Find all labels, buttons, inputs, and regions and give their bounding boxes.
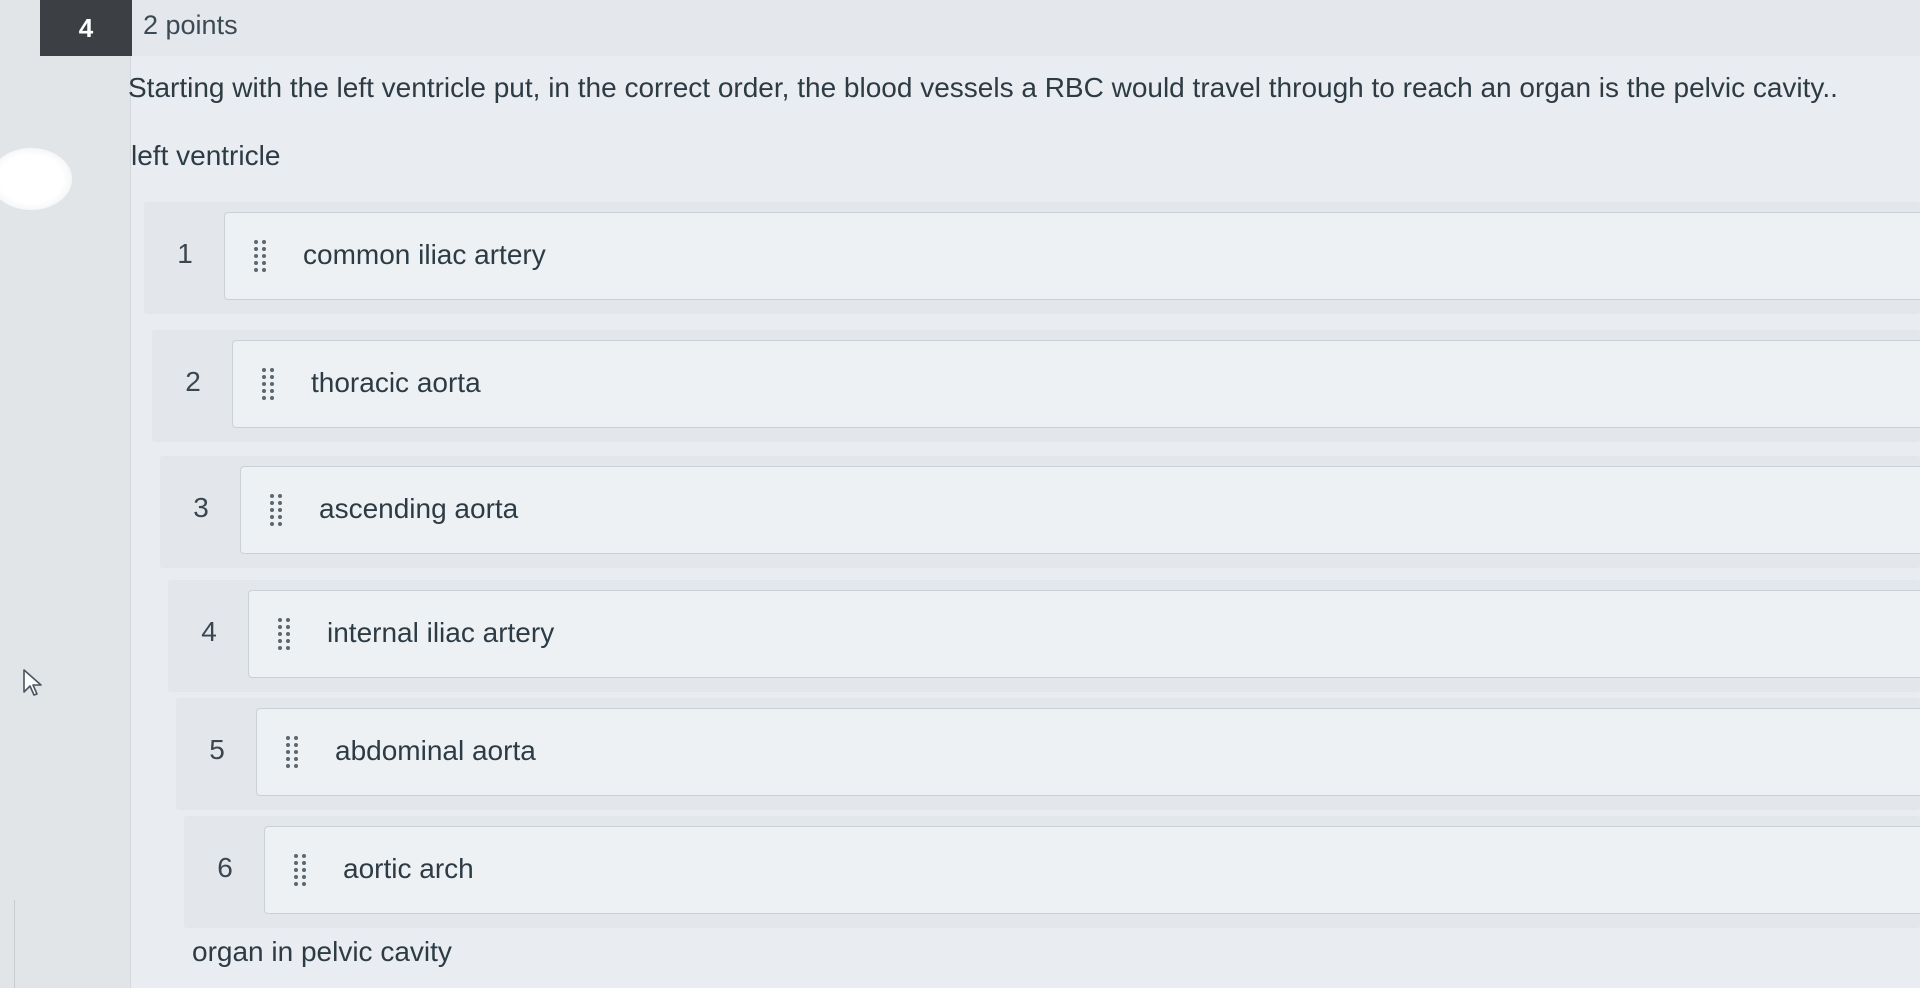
rank-number: 1 <box>177 238 193 269</box>
ordering-row[interactable]: 5 abdominal aorta <box>176 698 1920 810</box>
ordering-item-label: abdominal aorta <box>335 735 536 766</box>
ordering-item[interactable]: common iliac artery <box>224 212 1920 300</box>
ordering-item-label: common iliac artery <box>303 239 546 270</box>
question-number-badge: 4 <box>40 0 132 56</box>
ordering-item[interactable]: abdominal aorta <box>256 708 1920 796</box>
rail-divider <box>14 900 15 988</box>
ordering-item[interactable]: ascending aorta <box>240 466 1920 554</box>
question-text: Starting with the left ventricle put, in… <box>128 72 1838 103</box>
ordering-row[interactable]: 6 aortic arch <box>184 816 1920 928</box>
drag-handle-icon[interactable] <box>253 239 267 275</box>
ordering-row[interactable]: 1 common iliac artery <box>144 202 1920 314</box>
ordering-item[interactable]: thoracic aorta <box>232 340 1920 428</box>
question-points: 2 points <box>143 10 238 40</box>
ordering-row[interactable]: 3 ascending aorta <box>160 456 1920 568</box>
drag-handle-icon[interactable] <box>261 367 275 403</box>
ordering-item-label: thoracic aorta <box>311 367 481 398</box>
drag-handle-icon[interactable] <box>285 735 299 771</box>
ordering-item-label: aortic arch <box>343 853 474 884</box>
rank-number: 5 <box>209 734 225 765</box>
rank-number: 4 <box>201 616 217 647</box>
rank-number: 6 <box>217 852 233 883</box>
drag-handle-icon[interactable] <box>277 617 291 653</box>
ordering-item-label: internal iliac artery <box>327 617 555 648</box>
rank-number: 2 <box>185 366 201 397</box>
rank-number: 3 <box>193 492 209 523</box>
ordering-row[interactable]: 4 internal iliac artery <box>168 580 1920 692</box>
ordering-item[interactable]: internal iliac artery <box>248 590 1920 678</box>
bottom-anchor-label: organ in pelvic cavity <box>192 936 452 967</box>
top-anchor-label: left ventricle <box>131 140 281 171</box>
drag-handle-icon[interactable] <box>293 853 307 889</box>
ordering-item[interactable]: aortic arch <box>264 826 1920 914</box>
ordering-item-label: ascending aorta <box>319 493 519 524</box>
drag-handle-icon[interactable] <box>269 493 283 529</box>
ordering-row[interactable]: 2 thoracic aorta <box>152 330 1920 442</box>
mouse-pointer-icon <box>23 669 42 696</box>
